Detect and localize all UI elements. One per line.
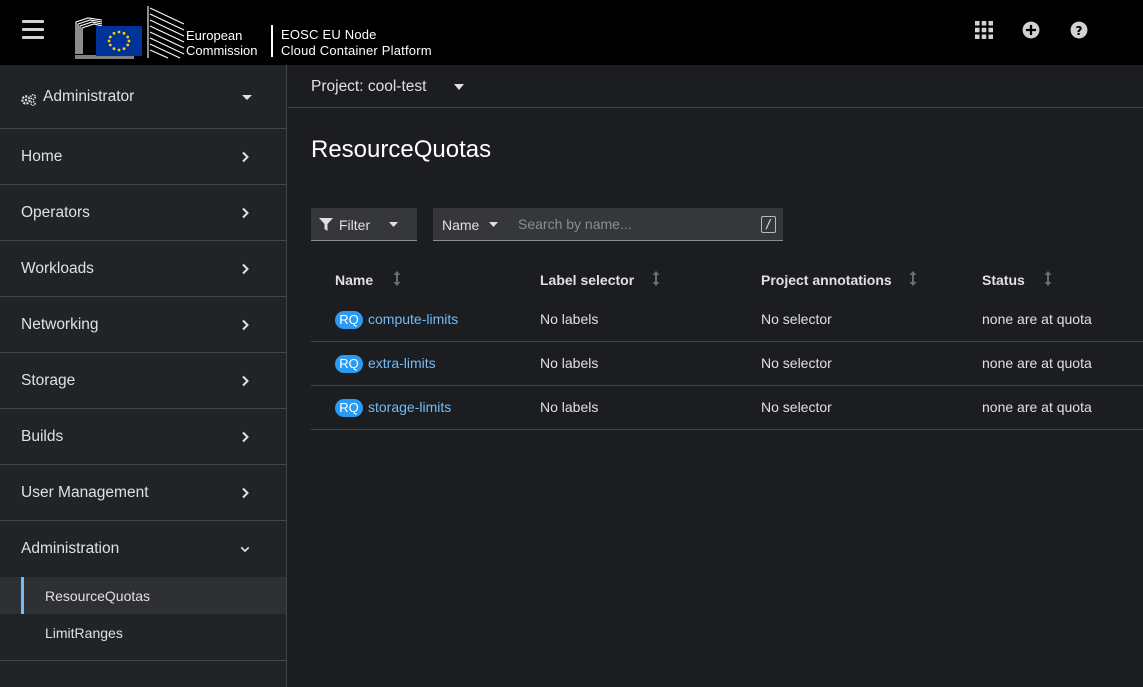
sidebar-item-builds[interactable]: Builds — [0, 409, 286, 465]
sort-icon[interactable] — [909, 271, 917, 286]
resource-link[interactable]: compute-limits — [368, 311, 458, 327]
sidebar-item-label: Operators — [21, 203, 90, 221]
brand-title: EOSC EU Node — [281, 27, 377, 42]
sidebar-item-storage[interactable]: Storage — [0, 353, 286, 409]
annotations-cell: No selector — [761, 355, 832, 371]
chevron-right-icon — [242, 207, 249, 218]
column-header-status[interactable]: Status — [982, 272, 1025, 288]
sort-icon[interactable] — [652, 271, 660, 286]
label-selector-cell: No labels — [540, 355, 599, 371]
resource-link[interactable]: storage-limits — [368, 399, 451, 415]
perspective-label: Administrator — [43, 87, 135, 105]
caret-down-icon[interactable] — [454, 84, 464, 90]
column-header-name[interactable]: Name — [335, 272, 373, 288]
svg-text:European: European — [186, 28, 242, 43]
sort-icon[interactable] — [393, 271, 401, 286]
resource-kind-badge: RQ — [335, 355, 363, 373]
app-launcher-icon[interactable] — [975, 21, 993, 39]
sidebar-subitem-limitranges[interactable]: LimitRanges — [0, 614, 286, 651]
table-row: RQ compute-limits No labels No selector … — [311, 298, 1143, 342]
project-bar: Project: cool-test — [288, 65, 1143, 108]
main-content: Project: cool-test ResourceQuotas Filter… — [288, 65, 1143, 687]
sidebar-item-home[interactable]: Home — [0, 129, 286, 185]
sidebar-item-label: Administration — [21, 540, 120, 557]
annotations-cell: No selector — [761, 399, 832, 415]
sort-icon[interactable] — [1044, 271, 1052, 286]
resource-kind-badge: RQ — [335, 311, 363, 329]
chevron-right-icon — [242, 263, 249, 274]
sidebar-item-label: Workloads — [21, 259, 94, 277]
sidebar-subitem-label: ResourceQuotas — [45, 587, 151, 604]
filter-icon — [319, 218, 333, 231]
chevron-right-icon — [242, 151, 249, 162]
sidebar-group-administration: Administration ResourceQuotas LimitRange… — [0, 521, 286, 661]
sidebar-item-user-management[interactable]: User Management — [0, 465, 286, 521]
name-filter-select[interactable]: Name — [433, 208, 510, 241]
chevron-right-icon — [242, 375, 249, 386]
sidebar-item-administration[interactable]: Administration — [0, 521, 286, 577]
brand-divider — [271, 25, 273, 57]
filter-label: Filter — [339, 217, 371, 233]
sidebar-item-label: Storage — [21, 371, 76, 389]
search-input[interactable] — [510, 208, 783, 241]
page-title: ResourceQuotas — [311, 136, 492, 163]
caret-down-icon — [489, 222, 498, 227]
table-row: RQ storage-limits No labels No selector … — [311, 386, 1143, 430]
resource-kind-badge: RQ — [335, 399, 363, 417]
chevron-right-icon — [242, 487, 249, 498]
name-filter-value: Name — [442, 217, 480, 233]
sidebar-item-label: User Management — [21, 483, 149, 501]
sidebar-item-operators[interactable]: Operators — [0, 185, 286, 241]
svg-text:Commission: Commission — [186, 43, 258, 58]
brand-subtitle: Cloud Container Platform — [281, 43, 432, 58]
column-header-project-annotations[interactable]: Project annotations — [761, 272, 892, 288]
svg-text:?: ? — [1075, 24, 1082, 38]
cogs-icon — [21, 94, 37, 106]
caret-down-icon — [242, 94, 252, 100]
label-selector-cell: No labels — [540, 399, 599, 415]
filter-button[interactable]: Filter — [311, 208, 417, 241]
table-row: RQ extra-limits No labels No selector no… — [311, 342, 1143, 386]
keyboard-shortcut-hint: / — [761, 216, 776, 233]
sidebar-item-label: Networking — [21, 315, 99, 333]
european-commission-logo[interactable]: European Commission — [74, 4, 266, 60]
status-cell: none are at quota — [982, 399, 1092, 415]
perspective-switcher[interactable]: Administrator — [0, 65, 286, 129]
column-header-label-selector[interactable]: Label selector — [540, 272, 634, 288]
status-cell: none are at quota — [982, 311, 1092, 327]
hamburger-icon[interactable] — [22, 20, 44, 40]
annotations-cell: No selector — [761, 311, 832, 327]
sidebar-item-label: Home — [21, 147, 63, 165]
sidebar-subitem-label: LimitRanges — [45, 624, 123, 641]
sidebar-item-workloads[interactable]: Workloads — [0, 241, 286, 297]
help-icon[interactable]: ? — [1070, 21, 1088, 39]
chevron-right-icon — [242, 319, 249, 330]
sidebar-item-label: Builds — [21, 427, 64, 445]
masthead: European Commission EOSC EU Node Cloud C… — [0, 0, 1143, 65]
sidebar: Administrator Home Operators Workloads N… — [0, 65, 287, 687]
resource-link[interactable]: extra-limits — [368, 355, 436, 371]
label-selector-cell: No labels — [540, 311, 599, 327]
plus-circle-icon[interactable] — [1022, 21, 1040, 39]
chevron-right-icon — [242, 431, 249, 442]
sidebar-subitem-resourcequotas[interactable]: ResourceQuotas — [0, 577, 286, 614]
caret-down-icon — [389, 222, 398, 227]
chevron-down-icon — [240, 546, 250, 553]
status-cell: none are at quota — [982, 355, 1092, 371]
project-selector[interactable]: Project: cool-test — [311, 78, 426, 96]
sidebar-item-networking[interactable]: Networking — [0, 297, 286, 353]
